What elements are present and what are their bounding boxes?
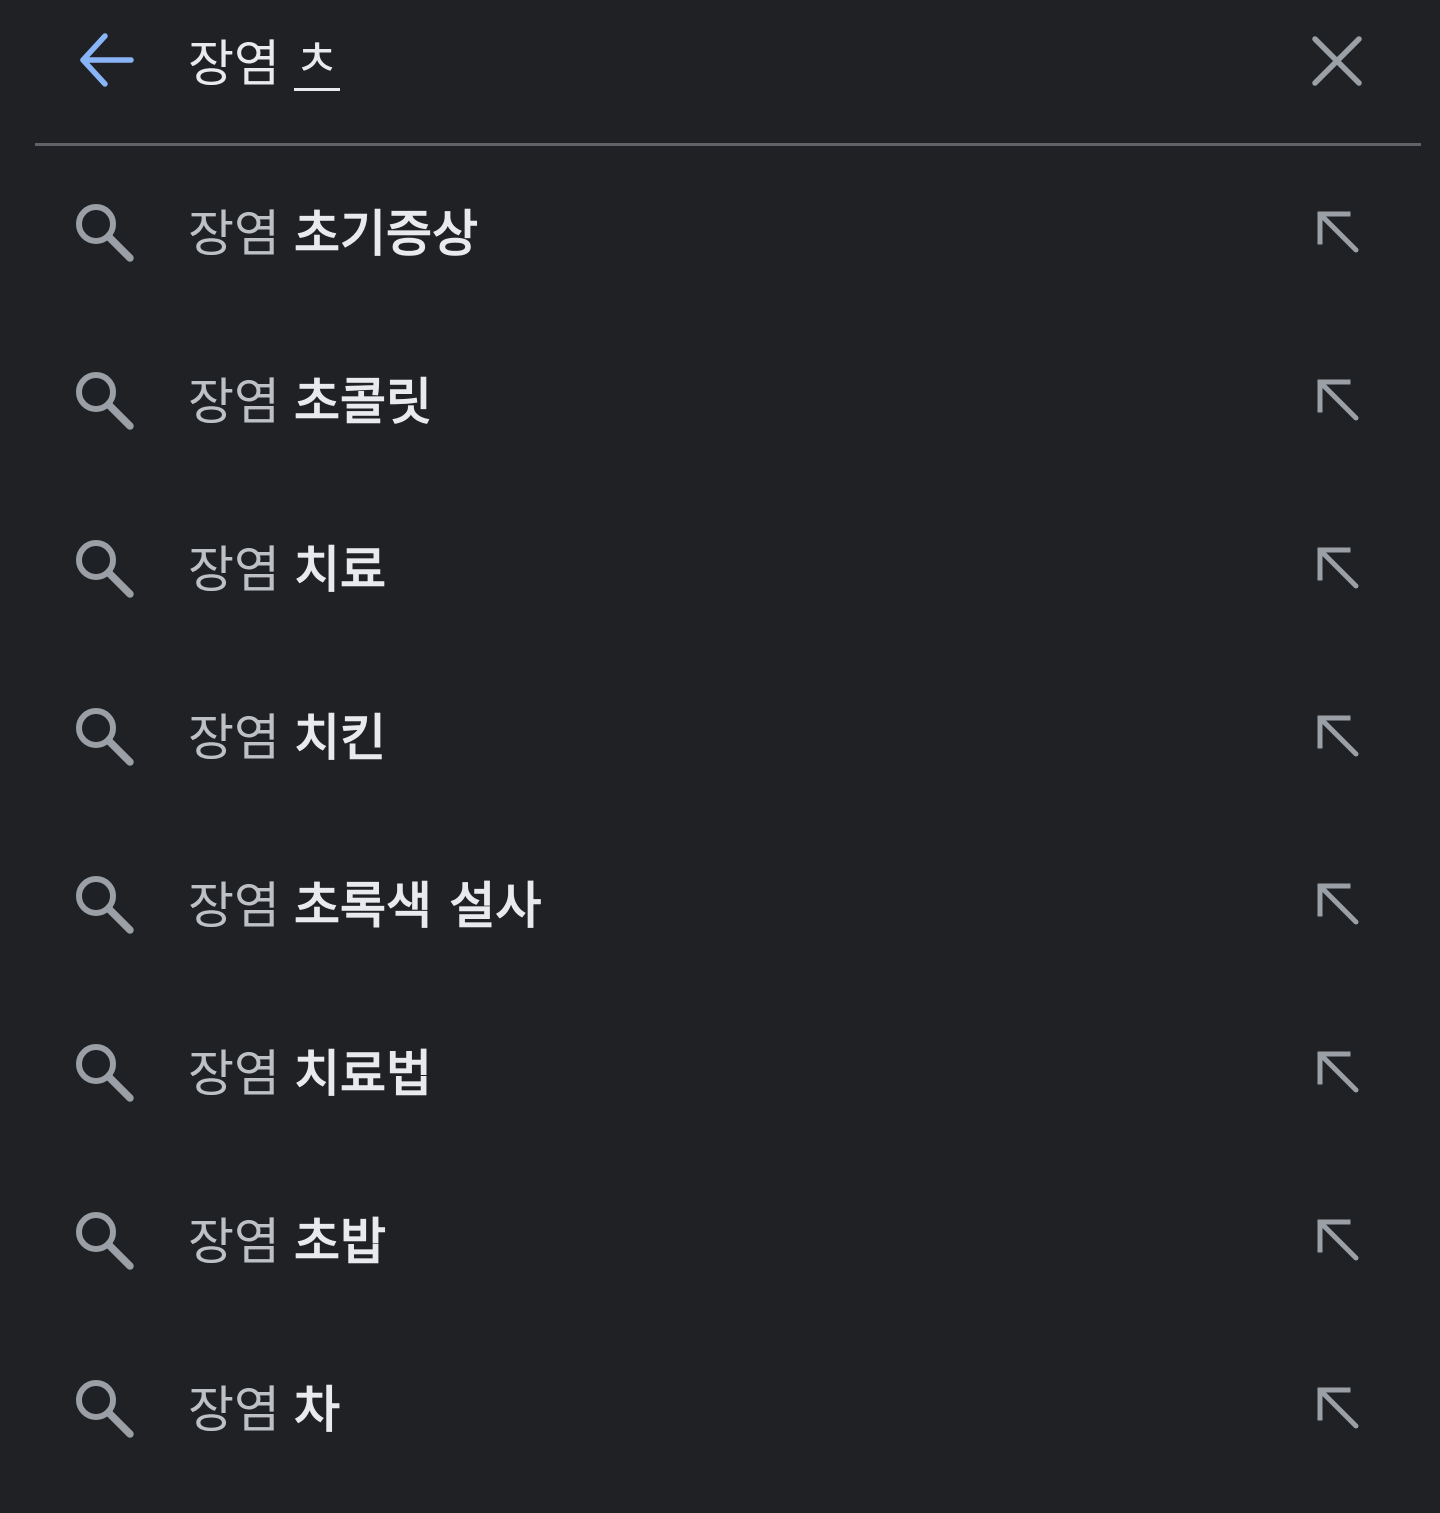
close-icon bbox=[1312, 36, 1362, 86]
search-icon bbox=[68, 364, 140, 436]
fill-query-button[interactable] bbox=[1302, 868, 1374, 940]
suggestion-completion: 차 bbox=[294, 1381, 340, 1439]
arrow-up-left-icon bbox=[1317, 547, 1359, 589]
clear-button[interactable] bbox=[1304, 28, 1370, 94]
query-composing-char: ㅊ bbox=[294, 30, 340, 91]
fill-query-button[interactable] bbox=[1302, 196, 1374, 268]
suggestion-text: 장염 초콜릿 bbox=[188, 362, 432, 434]
search-icon bbox=[68, 196, 140, 268]
suggestion-text: 장염 치료법 bbox=[188, 1034, 432, 1106]
suggestion-text: 장염 치료 bbox=[188, 530, 386, 602]
arrow-up-left-icon bbox=[1317, 379, 1359, 421]
suggestion-text: 장염 초록색 설사 bbox=[188, 866, 541, 938]
arrow-up-left-icon bbox=[1317, 715, 1359, 757]
suggestion-text: 장염 초밥 bbox=[188, 1202, 386, 1274]
suggestion-completion: 초콜릿 bbox=[294, 373, 432, 431]
suggestion-completion: 초밥 bbox=[294, 1213, 386, 1271]
search-icon bbox=[68, 700, 140, 772]
suggestion-prefix: 장염 bbox=[188, 1381, 280, 1439]
suggestion-text: 장염 차 bbox=[188, 1370, 340, 1442]
suggestion-prefix: 장염 bbox=[188, 373, 280, 431]
suggestion-item[interactable]: 장염 초기증상 bbox=[0, 146, 1440, 314]
fill-query-button[interactable] bbox=[1302, 1204, 1374, 1276]
arrow-up-left-icon bbox=[1317, 1051, 1359, 1093]
suggestion-prefix: 장염 bbox=[188, 1213, 280, 1271]
suggestion-text: 장염 초기증상 bbox=[188, 194, 478, 266]
suggestion-item[interactable]: 장염 초밥 bbox=[0, 1154, 1440, 1322]
suggestion-completion: 치료법 bbox=[294, 1045, 432, 1103]
suggestion-item[interactable]: 장염 치료법 bbox=[0, 986, 1440, 1154]
suggestion-completion: 치킨 bbox=[294, 709, 386, 767]
query-text: 장염 bbox=[188, 35, 280, 93]
search-header: 장염 ㅊ bbox=[0, 0, 1440, 146]
fill-query-button[interactable] bbox=[1302, 364, 1374, 436]
fill-query-button[interactable] bbox=[1302, 700, 1374, 772]
arrow-up-left-icon bbox=[1317, 1387, 1359, 1429]
suggestion-list: 장염 초기증상 장염 초콜릿 장염 치료 장염 치킨 장염 초록색 설사 장염 … bbox=[0, 146, 1440, 1490]
arrow-up-left-icon bbox=[1317, 211, 1359, 253]
suggestion-prefix: 장염 bbox=[188, 1045, 280, 1103]
search-icon bbox=[68, 1372, 140, 1444]
fill-query-button[interactable] bbox=[1302, 532, 1374, 604]
suggestion-prefix: 장염 bbox=[188, 877, 280, 935]
arrow-left-icon bbox=[80, 33, 134, 87]
suggestion-completion: 초록색 설사 bbox=[294, 877, 542, 935]
back-button[interactable] bbox=[70, 28, 140, 92]
fill-query-button[interactable] bbox=[1302, 1372, 1374, 1444]
suggestion-completion: 초기증상 bbox=[294, 205, 478, 263]
suggestion-prefix: 장염 bbox=[188, 709, 280, 767]
suggestion-prefix: 장염 bbox=[188, 205, 280, 263]
search-icon bbox=[68, 1204, 140, 1276]
suggestion-item[interactable]: 장염 초록색 설사 bbox=[0, 818, 1440, 986]
suggestion-completion: 치료 bbox=[294, 541, 386, 599]
fill-query-button[interactable] bbox=[1302, 1036, 1374, 1108]
search-input[interactable]: 장염 ㅊ bbox=[188, 24, 340, 96]
search-icon bbox=[68, 1036, 140, 1108]
suggestion-item[interactable]: 장염 치킨 bbox=[0, 650, 1440, 818]
suggestion-item[interactable]: 장염 초콜릿 bbox=[0, 314, 1440, 482]
arrow-up-left-icon bbox=[1317, 883, 1359, 925]
suggestion-prefix: 장염 bbox=[188, 541, 280, 599]
search-icon bbox=[68, 868, 140, 940]
suggestion-item[interactable]: 장염 차 bbox=[0, 1322, 1440, 1490]
arrow-up-left-icon bbox=[1317, 1219, 1359, 1261]
search-icon bbox=[68, 532, 140, 604]
suggestion-text: 장염 치킨 bbox=[188, 698, 386, 770]
suggestion-item[interactable]: 장염 치료 bbox=[0, 482, 1440, 650]
